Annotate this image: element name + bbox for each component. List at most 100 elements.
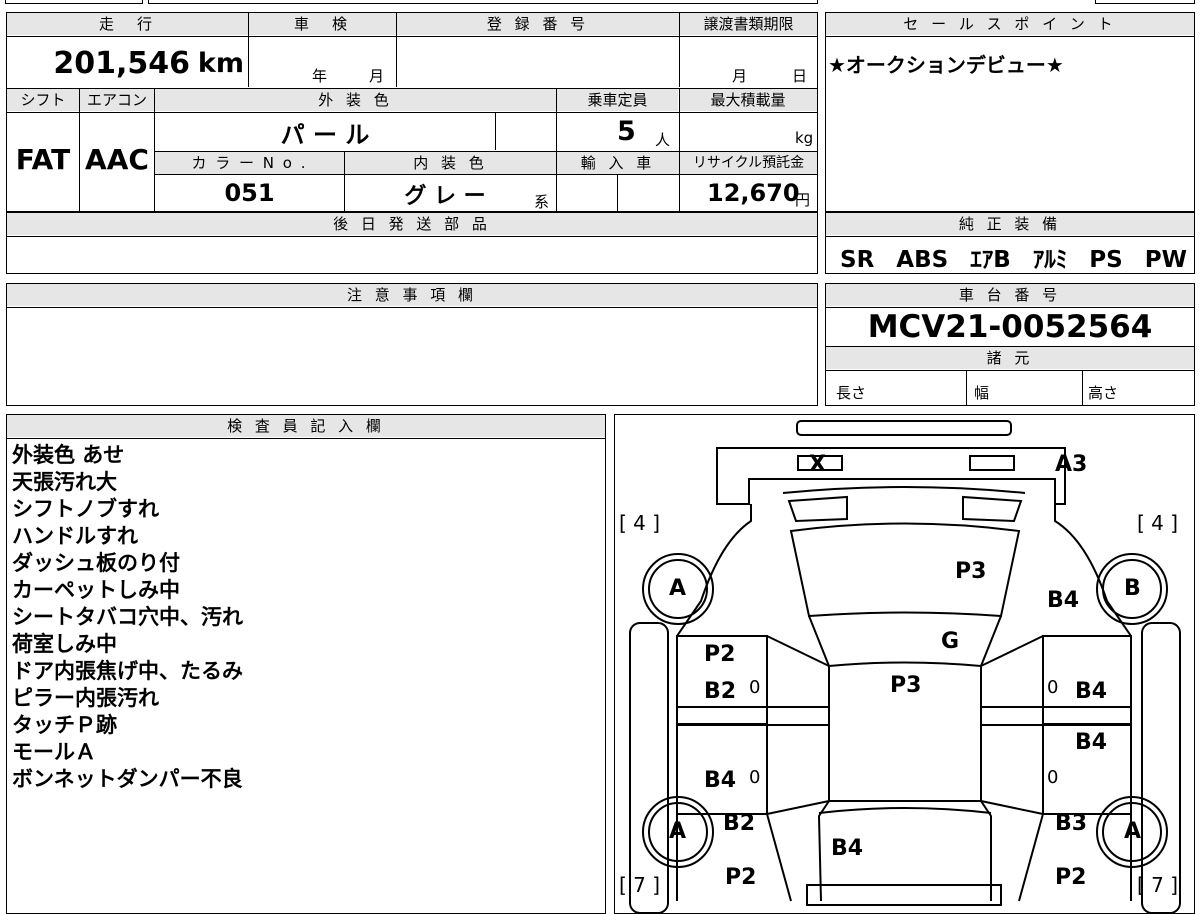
color-no-header: カ ラ ー N o . [155, 152, 344, 174]
inspector-note: 外装色 あせ [12, 443, 125, 467]
shaken-header: 車 検 [249, 13, 396, 35]
transfer-header: 譲渡書類期限 [680, 13, 817, 35]
inspector-notes-list: 外装色 あせ 天張汚れ大 シフトノブすれ ハンドルすれ ダッシュ板のり付 カーペ… [12, 442, 243, 793]
mark-right-front-fender: B3 [1055, 811, 1088, 836]
car-diagram [629, 420, 1181, 913]
inspector-note: タッチＰ跡 [12, 713, 117, 737]
shaken-year-unit: 年 [312, 67, 328, 85]
inspector-note: カーペットしみ中 [12, 578, 180, 602]
aircon-header: エアコン [80, 89, 154, 111]
mark-roof-g: G [941, 629, 960, 654]
mark-right-front-door: B4 [1075, 730, 1108, 755]
mark-zero-4: 0 [1047, 767, 1059, 788]
mileage-unit: km [197, 48, 244, 79]
mark-right-front-tire: [ 7 ] [1137, 873, 1179, 897]
equip-airbag: ｴｱB [970, 247, 1011, 273]
equip-abs: ABS [896, 247, 949, 273]
chassis-header: 車 台 番 号 [826, 284, 1194, 306]
genuine-equipment-box: 純 正 装 備 SR ABS ｴｱB ｱﾙﾐ PS PW [825, 212, 1195, 274]
aircon-value: AAC [80, 143, 154, 176]
inspector-note: ボンネットダンパー不良 [12, 767, 243, 791]
vehicle-info-table: 走 行 車 検 登 録 番 号 譲渡書類期限 201,546 km 年 月 月 … [6, 12, 818, 213]
mark-roof: P3 [890, 673, 922, 698]
chassis-box: 車 台 番 号 MCV21-0052564 諸 元 長さ 幅 高さ [825, 283, 1195, 406]
mark-right-rear-wheel: B [1124, 576, 1141, 601]
top-strip-right [1095, 0, 1195, 4]
notes-header: 注 意 事 項 欄 [7, 284, 817, 306]
mark-left-front-tire: [ 7 ] [619, 873, 661, 897]
inspector-header: 検 査 員 記 入 欄 [7, 415, 605, 437]
transfer-day-unit: 日 [792, 67, 808, 85]
mark-right-front-wheel: A [1124, 819, 1142, 844]
inspector-note: モールＡ [12, 740, 96, 764]
top-strip-mid [148, 0, 818, 4]
transfer-month-unit: 月 [732, 67, 748, 85]
inspector-note: ダッシュ板のり付 [12, 551, 180, 575]
mark-zero-1: 0 [749, 677, 761, 698]
mark-right-rear-quarter: B4 [1047, 588, 1080, 613]
car-diagram-box: X A3 [ 4 ] [ 4 ] A B P3 B4 G P3 P2 B2 0 … [614, 414, 1195, 914]
mileage-header: 走 行 [7, 13, 248, 35]
mark-left-front-fender: B2 [723, 811, 756, 836]
spec-height-label: 高さ [1088, 384, 1119, 402]
genuine-equipment-list: SR ABS ｴｱB ｱﾙﾐ PS PW [840, 240, 1187, 274]
inspector-note: ハンドルすれ [12, 524, 138, 548]
inspector-note: 天張汚れ大 [12, 470, 117, 494]
max-load-header: 最大積載量 [679, 89, 817, 111]
interior-color-text: グ レ ー [404, 184, 486, 209]
exterior-color-text: パ ー ル [280, 121, 370, 149]
mark-left-rear-door-top: P2 [704, 642, 736, 667]
mark-left-rear-tire: [ 4 ] [619, 511, 661, 535]
mileage-value: 201,546 [53, 46, 190, 81]
inspector-note: ドア内張焦げ中、たるみ [12, 659, 243, 683]
top-strip-left [5, 0, 143, 4]
exterior-color-value: パ ー ル [155, 115, 495, 150]
notes-box: 注 意 事 項 欄 [6, 283, 818, 406]
recycle-unit: 円 [795, 191, 811, 209]
later-parts-header: 後 日 発 送 部 品 [7, 213, 817, 235]
mark-right-rear-door: B4 [1075, 679, 1108, 704]
capacity-unit: 人 [655, 131, 671, 149]
mark-trunk-x: X [809, 452, 826, 477]
specs-header: 諸 元 [826, 347, 1194, 369]
mark-zero-3: 0 [749, 767, 761, 788]
reg-no-header: 登 録 番 号 [397, 13, 679, 35]
capacity-header: 乗車定員 [557, 89, 678, 111]
inspector-note: シフトノブすれ [12, 497, 159, 521]
genuine-equipment-header: 純 正 装 備 [826, 213, 1194, 235]
mark-hood: B4 [831, 836, 864, 861]
sales-point-box: セ ー ル ス ポ イ ン ト ★オークションデビュー★ [825, 12, 1195, 212]
sales-point-text: ★オークションデビュー★ [828, 53, 1064, 77]
spec-length-label: 長さ [836, 384, 867, 402]
recycle-value: 12,670 [707, 179, 800, 207]
mark-left-front-door: B4 [704, 768, 737, 793]
mark-left-front-corner: P2 [725, 865, 757, 890]
mileage-value-cell: 201,546 km [7, 37, 248, 87]
mark-right-front-corner: P2 [1055, 865, 1087, 890]
inspector-note: シートタバコ穴中、汚れ [12, 605, 243, 629]
aircon-text: AAC [85, 143, 149, 176]
spec-width-label: 幅 [974, 384, 990, 402]
mark-left-rear-wheel: A [669, 576, 687, 601]
recycle-header: リサイクル預託金 [680, 152, 817, 174]
color-no-text: 051 [224, 179, 275, 207]
shift-header: シフト [7, 89, 79, 111]
equip-ps: PS [1089, 247, 1123, 273]
import-header: 輸 入 車 [557, 152, 679, 174]
shift-text: FAT [15, 143, 71, 176]
interior-color-suffix: 系 [534, 193, 550, 211]
max-load-unit: kg [795, 129, 814, 147]
mark-zero-2: 0 [1047, 677, 1059, 698]
interior-color-header: 内 装 色 [345, 152, 556, 174]
chassis-number: MCV21-0052564 [867, 309, 1153, 345]
capacity-value: 5 [617, 116, 636, 147]
mark-rear-glass: P3 [955, 559, 987, 584]
mark-rear-a3: A3 [1055, 452, 1088, 477]
shift-value: FAT [7, 143, 79, 176]
inspector-note: ピラー内張汚れ [12, 686, 159, 710]
inspector-note: 荷室しみ中 [12, 632, 117, 656]
sales-point-header: セ ー ル ス ポ イ ン ト [826, 13, 1194, 35]
equip-alloy: ｱﾙﾐ [1032, 247, 1068, 273]
color-no-value: 051 [155, 179, 344, 207]
mark-left-front-wheel: A [669, 819, 687, 844]
